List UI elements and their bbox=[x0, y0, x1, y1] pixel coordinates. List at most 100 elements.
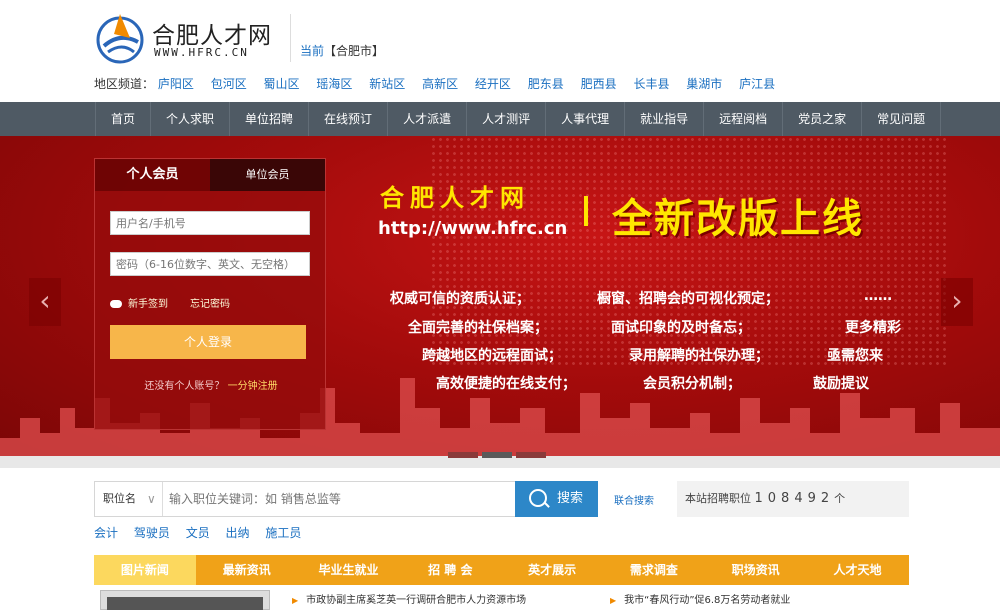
password-input[interactable] bbox=[110, 252, 310, 276]
feature-text: 高效便捷的在线支付； bbox=[436, 376, 576, 392]
nav-item-recruitment[interactable]: 单位招聘 bbox=[230, 102, 310, 136]
tab-photo-news[interactable]: 图片新闻 bbox=[94, 555, 196, 585]
banner-dot[interactable] bbox=[516, 452, 546, 458]
news-tabs: 图片新闻 最新资讯 毕业生就业 招 聘 会 英才展示 需求调查 职场资讯 人才天… bbox=[94, 555, 909, 585]
register-link[interactable]: 一分钟注册 bbox=[228, 381, 278, 392]
tab-graduate-jobs[interactable]: 毕业生就业 bbox=[298, 555, 400, 585]
banner-dot[interactable] bbox=[448, 452, 478, 458]
region-link[interactable]: 蜀山区 bbox=[264, 77, 300, 91]
region-link[interactable]: 庐阳区 bbox=[158, 77, 194, 91]
forgot-password-link[interactable]: 忘记密码 bbox=[190, 299, 230, 310]
search-category-select[interactable]: 职位名 ∨ bbox=[95, 482, 163, 516]
login-tabs: 个人会员 单位会员 bbox=[95, 159, 325, 191]
banner-prev-button[interactable]: ‹ bbox=[29, 278, 61, 326]
username-input[interactable] bbox=[110, 211, 310, 235]
site-logo[interactable]: 合肥人才网 WWW.HFRC.CN bbox=[94, 10, 284, 66]
feature-text: 更多精彩 bbox=[845, 320, 901, 336]
hot-keyword-link[interactable]: 文员 bbox=[186, 526, 210, 540]
banner-dot-active[interactable] bbox=[482, 452, 512, 458]
hot-keyword-link[interactable]: 会计 bbox=[94, 526, 118, 540]
region-link[interactable]: 包河区 bbox=[211, 77, 247, 91]
nav-item-home[interactable]: 首页 bbox=[95, 102, 152, 136]
feature-text: 面试印象的及时备忘； bbox=[611, 320, 751, 336]
hot-keyword-link[interactable]: 出纳 bbox=[226, 526, 250, 540]
nav-item-career-guide[interactable]: 就业指导 bbox=[625, 102, 705, 136]
site-header: 合肥人才网 WWW.HFRC.CN 当前【合肥市】 地区频道： 庐阳区 包河区 … bbox=[0, 0, 1000, 102]
region-link[interactable]: 高新区 bbox=[422, 77, 458, 91]
login-helper-links: 新手签到 忘记密码 bbox=[110, 295, 252, 310]
region-link[interactable]: 巢湖市 bbox=[686, 77, 722, 91]
job-count-box: 本站招聘职位 108492个 bbox=[677, 481, 909, 517]
signup-guide-link[interactable]: 新手签到 bbox=[128, 299, 168, 310]
tab-latest-news[interactable]: 最新资讯 bbox=[196, 555, 298, 585]
region-channels: 地区频道： 庐阳区 包河区 蜀山区 瑶海区 新站区 高新区 经开区 肥东县 肥西… bbox=[94, 75, 788, 92]
feature-text: 全面完善的社保档案； bbox=[408, 320, 548, 336]
main-nav: 首页 个人求职 单位招聘 在线预订 人才派遣 人才测评 人事代理 就业指导 远程… bbox=[0, 102, 1000, 136]
current-city-value: 【合肥市】 bbox=[324, 44, 385, 58]
feature-text: …… bbox=[864, 288, 892, 304]
hot-keyword-link[interactable]: 施工员 bbox=[265, 526, 301, 540]
banner-divider bbox=[584, 196, 588, 226]
hot-keyword-link[interactable]: 驾驶员 bbox=[134, 526, 170, 540]
site-url: WWW.HFRC.CN bbox=[154, 46, 249, 59]
news-headline-text: 我市“春风行动”促6.8万名劳动者就业 bbox=[624, 595, 791, 606]
region-link[interactable]: 新站区 bbox=[369, 77, 405, 91]
current-city[interactable]: 当前【合肥市】 bbox=[300, 42, 384, 59]
tab-talent-world[interactable]: 人才天地 bbox=[807, 555, 909, 585]
nav-item-faq[interactable]: 常见问题 bbox=[862, 102, 942, 136]
feature-text: 权威可信的资质认证； bbox=[390, 291, 530, 307]
tab-workplace-news[interactable]: 职场资讯 bbox=[705, 555, 807, 585]
region-link[interactable]: 肥东县 bbox=[528, 77, 564, 91]
nav-item-hr-agency[interactable]: 人事代理 bbox=[546, 102, 626, 136]
login-panel: 个人会员 单位会员 新手签到 忘记密码 个人登录 还没有个人账号？ 一分钟注册 bbox=[94, 158, 326, 430]
bullet-icon: ▶ bbox=[292, 596, 299, 605]
no-account-text: 还没有个人账号？ bbox=[144, 381, 225, 392]
cloud-icon bbox=[110, 300, 122, 308]
nav-item-party-home[interactable]: 党员之家 bbox=[783, 102, 863, 136]
union-search-link[interactable]: 联合搜索 bbox=[614, 492, 654, 507]
nav-item-dispatch[interactable]: 人才派遣 bbox=[388, 102, 468, 136]
tab-job-fairs[interactable]: 招 聘 会 bbox=[399, 555, 501, 585]
nav-item-job-seeking[interactable]: 个人求职 bbox=[151, 102, 231, 136]
search-category-value: 职位名 bbox=[103, 492, 136, 505]
banner-slogan: 全新改版上线 bbox=[612, 196, 864, 242]
banner-url: http://www.hfrc.cn bbox=[378, 218, 568, 239]
region-link[interactable]: 肥西县 bbox=[581, 77, 617, 91]
news-headline-right[interactable]: ▶ 我市“春风行动”促6.8万名劳动者就业 bbox=[610, 591, 790, 606]
job-count-value: 108492 bbox=[754, 491, 835, 506]
tab-personal-member[interactable]: 个人会员 bbox=[95, 159, 210, 191]
job-count-unit: 个 bbox=[834, 492, 846, 505]
news-headline-left[interactable]: ▶ 市政协副主席奚芝英一行调研合肥市人力资源市场 bbox=[292, 591, 526, 606]
register-prompt: 还没有个人账号？ 一分钟注册 bbox=[95, 377, 327, 392]
nav-item-online-booking[interactable]: 在线预订 bbox=[309, 102, 389, 136]
news-thumbnail[interactable] bbox=[100, 590, 270, 610]
region-link[interactable]: 庐江县 bbox=[739, 77, 775, 91]
banner-next-button[interactable]: › bbox=[941, 278, 973, 326]
search-button[interactable]: 搜索 bbox=[515, 481, 598, 517]
region-link[interactable]: 经开区 bbox=[475, 77, 511, 91]
page: 合肥人才网 WWW.HFRC.CN 当前【合肥市】 地区频道： 庐阳区 包河区 … bbox=[0, 0, 1000, 610]
feature-text: 会员积分机制； bbox=[643, 376, 741, 392]
news-headline-text: 市政协副主席奚芝英一行调研合肥市人力资源市场 bbox=[306, 595, 527, 606]
nav-item-assessment[interactable]: 人才测评 bbox=[467, 102, 547, 136]
site-name: 合肥人才网 bbox=[152, 23, 272, 49]
personal-login-button[interactable]: 个人登录 bbox=[110, 325, 306, 359]
header-divider bbox=[290, 14, 291, 62]
hot-keywords: 会计 驾驶员 文员 出纳 施工员 bbox=[94, 524, 313, 541]
chevron-down-icon: ∨ bbox=[147, 492, 156, 506]
bullet-icon: ▶ bbox=[610, 596, 617, 605]
job-search-bar: 职位名 ∨ 搜索 bbox=[94, 481, 598, 517]
feature-text: 录用解聘的社保办理； bbox=[629, 348, 769, 364]
feature-text: 橱窗、招聘会的可视化预定； bbox=[597, 291, 779, 307]
feature-text: 跨越地区的远程面试； bbox=[422, 348, 562, 364]
banner-pagination bbox=[448, 452, 546, 458]
search-input[interactable] bbox=[169, 482, 509, 516]
news-thumbnail-image bbox=[107, 597, 263, 610]
region-link[interactable]: 瑶海区 bbox=[316, 77, 352, 91]
region-link[interactable]: 长丰县 bbox=[633, 77, 669, 91]
search-icon bbox=[529, 489, 547, 507]
tab-talent-showcase[interactable]: 英才展示 bbox=[501, 555, 603, 585]
tab-company-member[interactable]: 单位会员 bbox=[210, 159, 325, 191]
nav-item-remote-files[interactable]: 远程阅档 bbox=[704, 102, 784, 136]
tab-demand-survey[interactable]: 需求调查 bbox=[603, 555, 705, 585]
